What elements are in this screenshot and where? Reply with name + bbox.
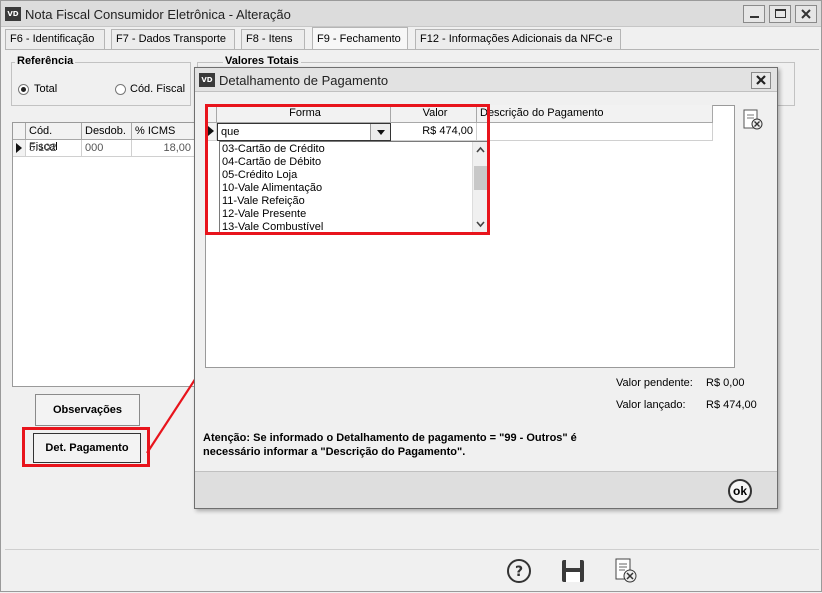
- header-descricao: Descrição do Pagamento: [477, 105, 713, 123]
- delete-row-button[interactable]: [741, 108, 765, 132]
- main-window: VD Nota Fiscal Consumidor Eletrônica - A…: [0, 0, 822, 592]
- help-icon: ?: [507, 559, 531, 583]
- svg-text:?: ?: [515, 564, 523, 580]
- dialog-title: Detalhamento de Pagamento: [219, 73, 389, 88]
- cancel-document-button[interactable]: [613, 557, 639, 585]
- ok-button[interactable]: ok: [728, 479, 752, 503]
- delete-row-icon: [743, 109, 763, 130]
- save-button[interactable]: [560, 558, 586, 584]
- save-icon: [562, 560, 584, 582]
- close-icon: [756, 75, 766, 85]
- dialog-app-icon: VD: [199, 73, 215, 87]
- valor-lancado-label: Valor lançado:: [616, 399, 686, 411]
- dialog-close-button[interactable]: [751, 72, 771, 89]
- descricao-cell[interactable]: [477, 123, 713, 141]
- warning-line-1: Atenção: Se informado o Detalhamento de …: [203, 432, 577, 444]
- dialog-title-bar: VD Detalhamento de Pagamento: [195, 68, 777, 92]
- forma-valor-highlight: [205, 104, 490, 235]
- cancel-document-icon: [615, 558, 637, 583]
- valor-pendente: R$ 0,00: [706, 377, 745, 389]
- help-button[interactable]: ?: [506, 558, 532, 584]
- dialog-footer: [195, 472, 777, 508]
- bottom-divider: [5, 549, 819, 550]
- valor-lancado: R$ 474,00: [706, 399, 757, 411]
- warning-line-2: necessário informar a "Descrição do Paga…: [203, 446, 466, 458]
- valor-pendente-label: Valor pendente:: [616, 377, 693, 389]
